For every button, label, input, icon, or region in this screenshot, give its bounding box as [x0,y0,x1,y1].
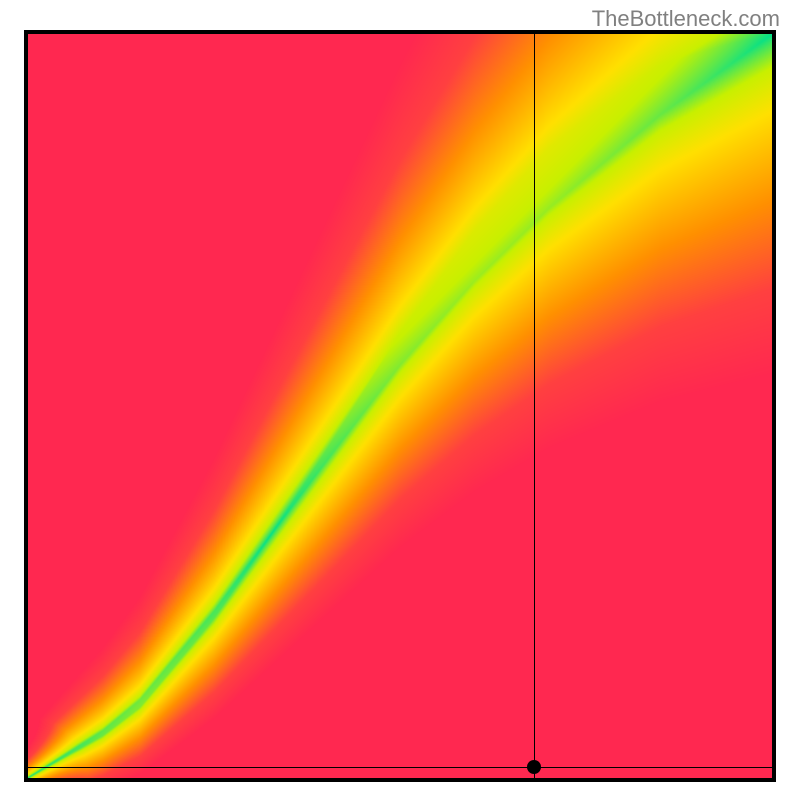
watermark-text: TheBottleneck.com [592,6,780,32]
crosshair-horizontal [28,767,772,768]
heatmap-canvas [28,34,772,778]
marker-point [527,760,541,774]
plot-area [24,30,776,782]
crosshair-vertical [534,34,535,778]
